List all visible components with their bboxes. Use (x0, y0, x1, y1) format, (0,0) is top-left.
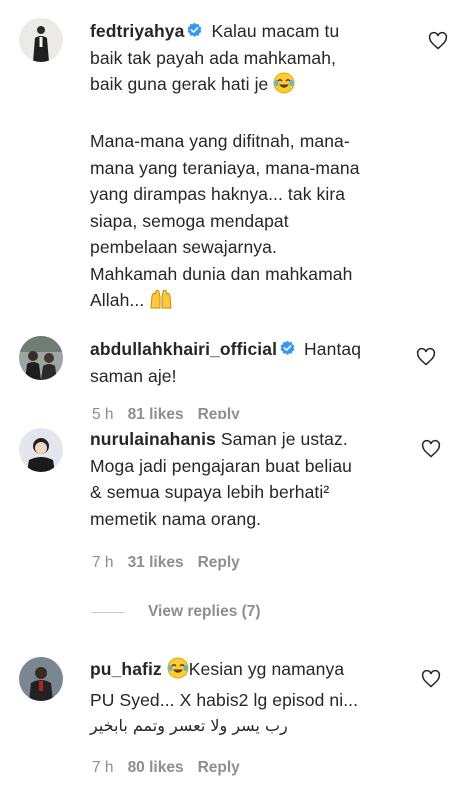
comment-likes[interactable]: 80 likes (128, 759, 184, 776)
divider (92, 611, 124, 613)
comment-line: PU Syed... X habis2 lg episod ni... (90, 689, 359, 710)
comment-line: رب يسر ولا تعسر وتمم بابخير (90, 716, 288, 735)
comment-text: pu_hafiz Kesian yg namanya PU Syed... X … (90, 656, 430, 740)
avatar[interactable] (19, 336, 63, 380)
comment-line: baik guna gerak hati je (90, 74, 269, 94)
comment-time: 7 h (92, 759, 114, 776)
comment-meta: 7 h 31 likes Reply (92, 554, 254, 572)
comment-line: Moga jadi pengajaran buat beliau (90, 455, 353, 476)
comment-line: Hantaq (304, 339, 362, 359)
reply-button[interactable]: Reply (198, 554, 240, 571)
comment-likes[interactable]: 81 likes (128, 406, 184, 419)
verified-badge-icon (279, 338, 296, 355)
comment-line: baik tak payah ada mahkamah, (90, 47, 337, 68)
view-replies-label: View replies (7) (148, 603, 261, 620)
comment-line: yang dirampas haknya... tak kira (90, 184, 346, 204)
view-replies-button[interactable]: View replies (7) (92, 603, 261, 621)
raised-hands-emoji (149, 288, 173, 318)
comment-line: mana yang teraniaya, mana-mana (90, 157, 360, 178)
heart-outline-icon[interactable] (428, 31, 448, 51)
comment-text: nurulainahanis Saman je ustaz. Moga jadi… (90, 426, 420, 532)
comment-meta: 7 h 80 likes Reply (92, 759, 254, 777)
comment-line: memetik nama orang. (90, 508, 262, 529)
comment-username[interactable]: abdullahkhairi_official (90, 339, 277, 359)
comment-line: Saman je ustaz. (220, 429, 348, 449)
comment-line: Mahkamah dunia dan mahkamah (90, 263, 353, 284)
verified-badge-icon (186, 20, 203, 37)
reply-button[interactable]: Reply (198, 759, 240, 776)
comment-time: 5 h (92, 406, 114, 419)
comment-line: siapa, semoga mendapat (90, 210, 289, 231)
avatar[interactable] (19, 428, 63, 472)
heart-outline-icon[interactable] (416, 347, 436, 367)
comment-username[interactable]: nurulainahanis (90, 429, 216, 449)
face-with-tears-of-joy-emoji (167, 657, 189, 687)
reply-button[interactable]: Reply (198, 406, 240, 419)
comment-line: & semua supaya lebih berhati² (90, 482, 330, 502)
comment-text: abdullahkhairi_official Hantaq saman aje… (90, 336, 420, 389)
heart-outline-icon[interactable] (421, 669, 441, 689)
face-with-tears-of-joy-emoji (273, 72, 295, 102)
avatar[interactable] (19, 18, 63, 62)
comment-meta: 5 h 81 likes Reply (92, 406, 254, 419)
comment-line: Allah... (90, 290, 145, 310)
comment-username[interactable]: pu_hafiz (90, 659, 162, 679)
comment-line: pembelaan sewajarnya. (90, 237, 277, 257)
comment-line: Kesian yg namanya (188, 659, 345, 679)
comment-username[interactable]: fedtriyahya (90, 21, 184, 41)
comment-line: saman aje! (90, 365, 177, 386)
comment-line: Kalau macam tu (211, 21, 340, 41)
comment-line: Mana-mana yang difitnah, mana- (90, 131, 350, 151)
avatar[interactable] (19, 657, 63, 701)
comment-time: 7 h (92, 554, 114, 571)
comment-likes[interactable]: 31 likes (128, 554, 184, 571)
comment-text: fedtriyahya Kalau macam tu baik tak paya… (90, 18, 420, 318)
heart-outline-icon[interactable] (421, 439, 441, 459)
